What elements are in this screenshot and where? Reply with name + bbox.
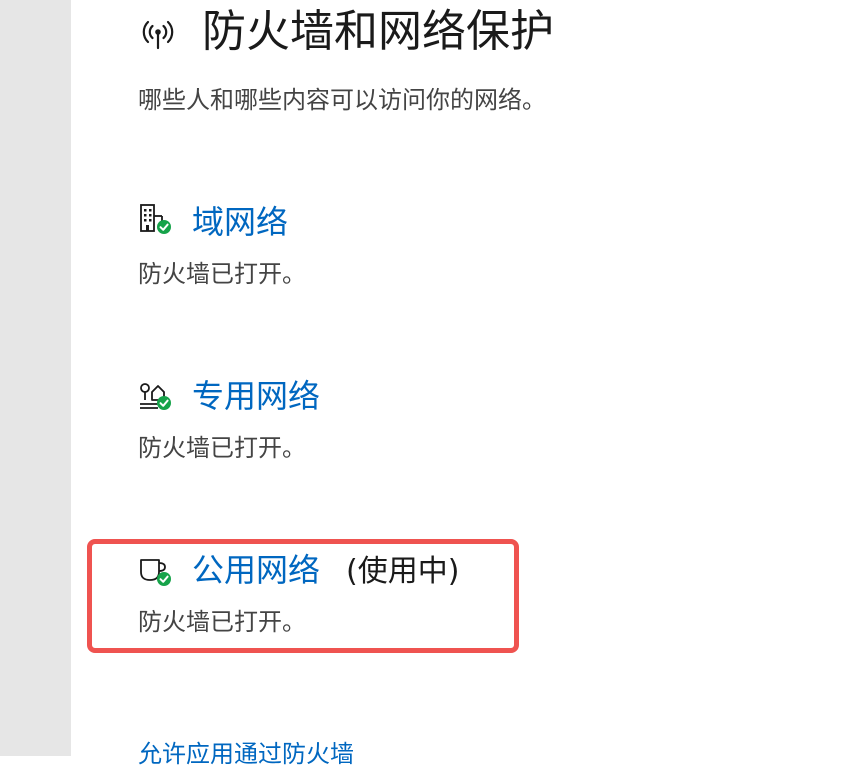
network-status-private: 防火墙已打开。 (138, 434, 306, 462)
home-network-icon (140, 383, 171, 410)
page-subtitle: 哪些人和哪些内容可以访问你的网络。 (138, 86, 546, 114)
coffee-cup-icon (140, 559, 171, 586)
wifi-antenna-icon (142, 20, 174, 50)
in-use-label: (使用中) (346, 554, 460, 589)
building-shield-icon (140, 204, 171, 234)
network-status-public: 防火墙已打开。 (138, 608, 306, 636)
page-title: 防火墙和网络保护 (202, 6, 554, 57)
network-status-domain: 防火墙已打开。 (138, 260, 306, 288)
allow-app-through-firewall-link[interactable]: 允许应用通过防火墙 (138, 738, 354, 770)
network-link-public[interactable]: 公用网络 (192, 550, 320, 590)
left-navigation-strip (0, 0, 71, 756)
network-link-domain[interactable]: 域网络 (192, 202, 288, 242)
network-link-private[interactable]: 专用网络 (192, 376, 320, 416)
